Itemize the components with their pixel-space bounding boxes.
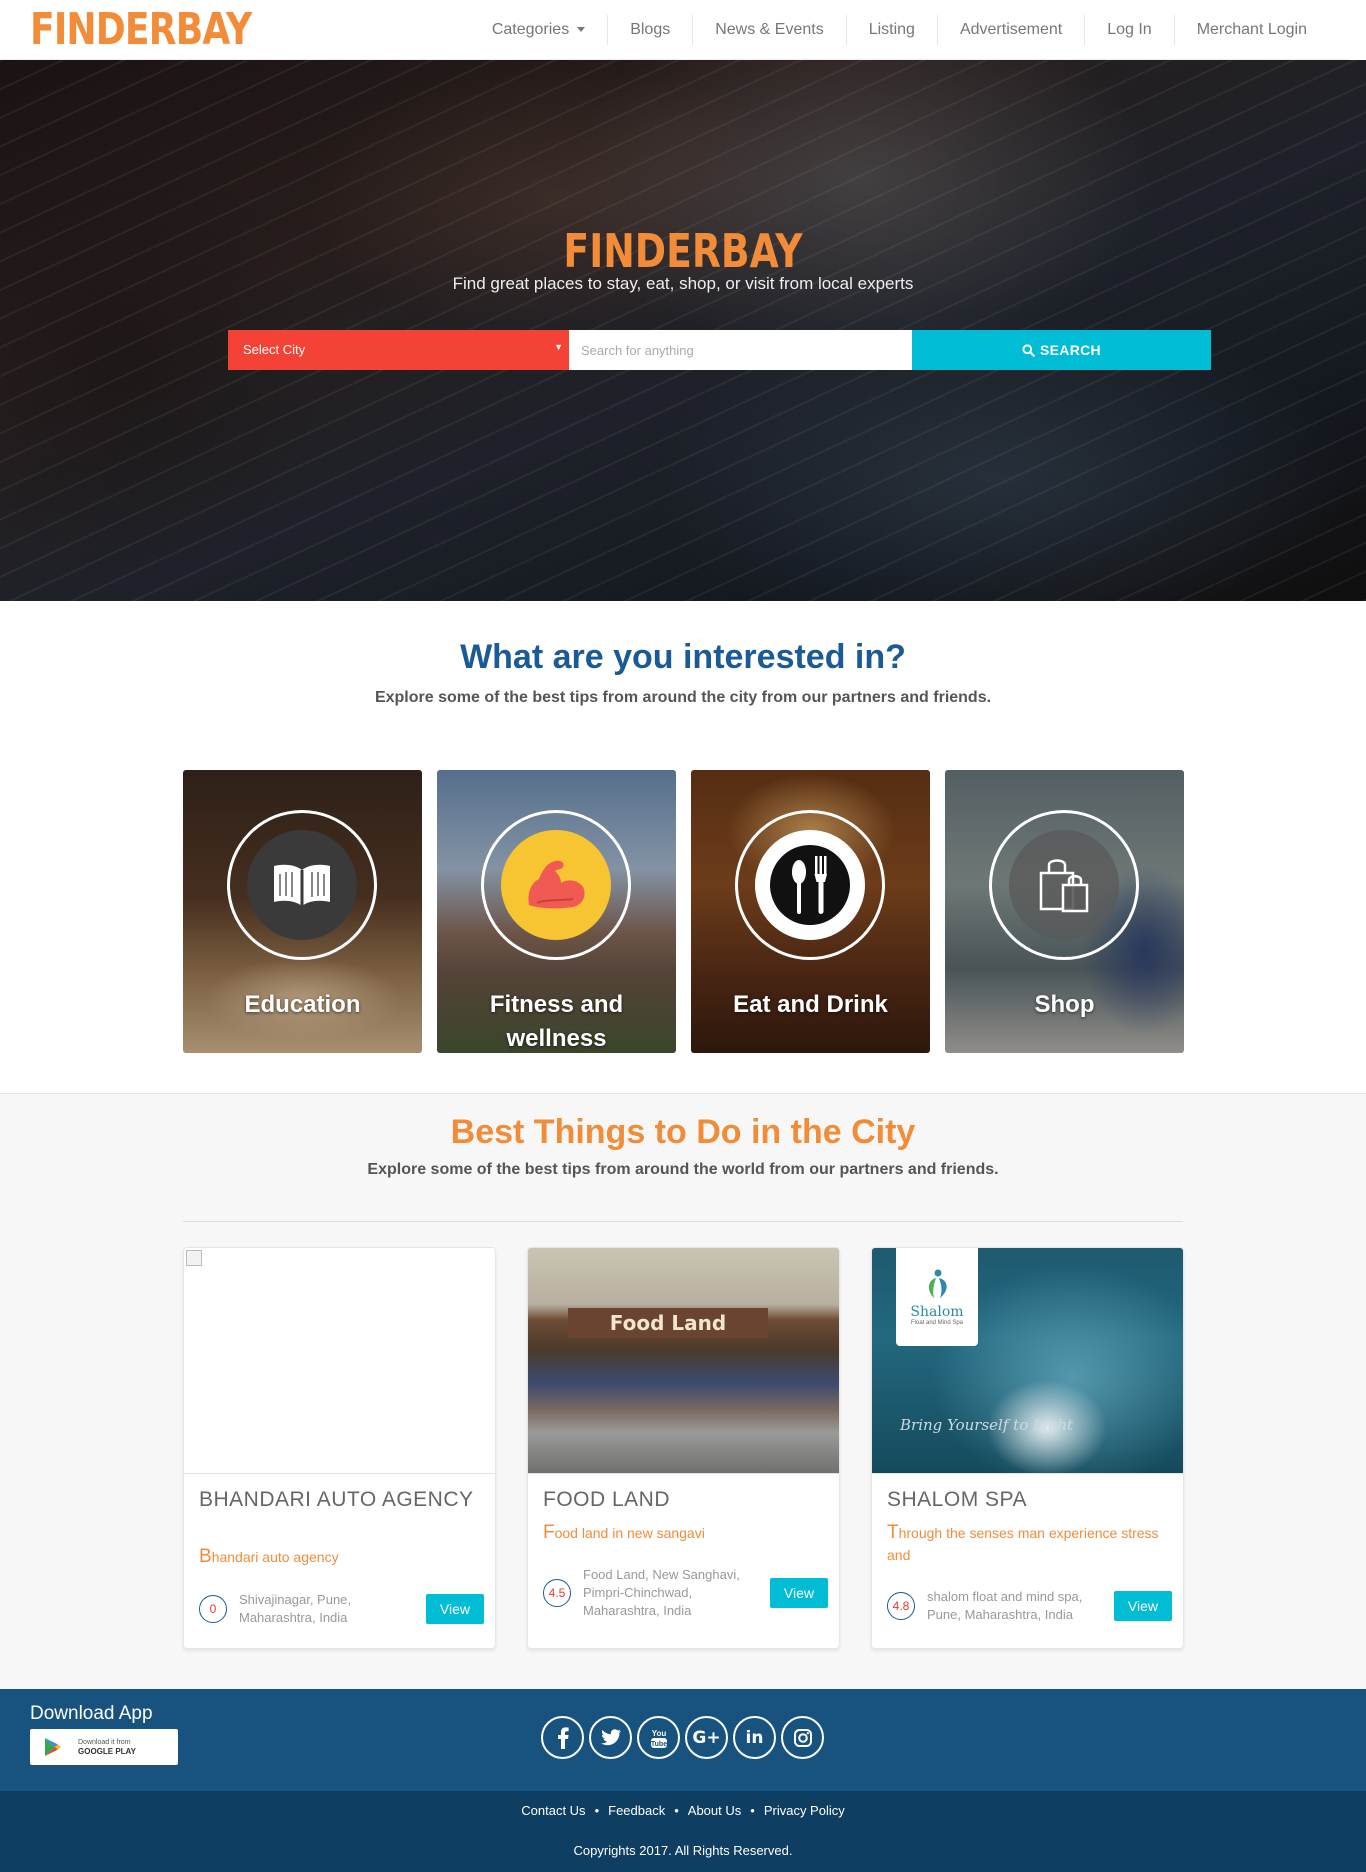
shopping-bags-icon xyxy=(1009,830,1119,940)
rating-badge: 4.8 xyxy=(887,1592,915,1620)
top-navbar: FINDERBAY Categories Blogs News & Events… xyxy=(0,0,1349,60)
social-links: You Tube G+ in xyxy=(541,1716,824,1759)
hero-logo: FINDERBAY xyxy=(563,224,803,278)
broken-image-icon xyxy=(186,1250,202,1266)
best-things-subtitle: Explore some of the best tips from aroun… xyxy=(367,1161,999,1178)
listing-title[interactable]: FOOD LAND xyxy=(543,1488,828,1512)
svg-text:Tube: Tube xyxy=(650,1741,666,1748)
listing-title[interactable]: SHALOM SPA xyxy=(887,1488,1172,1512)
listing-card[interactable]: Food Land FOOD LAND Food land in new san… xyxy=(527,1247,840,1649)
listing-footer: 4.5 Food Land, New Sanghavi, Pimpri-Chin… xyxy=(543,1566,828,1620)
nav-blogs[interactable]: Blogs xyxy=(607,15,692,45)
category-label: Education xyxy=(244,991,361,1018)
nav-login[interactable]: Log In xyxy=(1084,15,1173,45)
search-input[interactable] xyxy=(569,330,912,370)
divider xyxy=(183,1221,1183,1222)
city-select-value: Select City xyxy=(243,342,306,357)
listing-description: Bhandari auto agency xyxy=(199,1546,339,1567)
book-icon xyxy=(247,830,357,940)
instagram-icon[interactable] xyxy=(781,1716,824,1759)
category-card-eat-drink[interactable]: Eat and Drink xyxy=(691,770,930,1053)
caret-down-icon xyxy=(577,27,586,33)
listing-image: Food Land xyxy=(528,1248,839,1474)
category-card-education[interactable]: Education xyxy=(183,770,422,1053)
linkedin-icon[interactable]: in xyxy=(733,1716,776,1759)
search-button-label: SEARCH xyxy=(1040,342,1101,358)
listing-card[interactable]: Shalom Float and Mind Spa Bring Yourself… xyxy=(871,1247,1184,1649)
nav-merchant-login[interactable]: Merchant Login xyxy=(1173,15,1329,45)
category-card-fitness[interactable]: Fitness and wellness xyxy=(437,770,676,1053)
search-icon xyxy=(1022,343,1035,357)
footer-links: Contact Us • Feedback • About Us • Privacy Pol… xyxy=(521,1803,845,1818)
rating-badge: 4.5 xyxy=(543,1579,571,1607)
listing-address: Food Land, New Sanghavi, Pimpri-Chinchwa… xyxy=(583,1567,740,1618)
nav-listing[interactable]: Listing xyxy=(845,15,937,45)
hero-tagline: Find great places to stay, eat, shop, or… xyxy=(452,274,914,293)
view-button[interactable]: View xyxy=(1113,1591,1172,1621)
youtube-icon[interactable]: You Tube xyxy=(637,1716,680,1759)
search-bar: Select City ▼ SEARCH xyxy=(228,330,1211,370)
listing-address: shalom float and mind spa, Pune, Maharas… xyxy=(927,1589,1083,1622)
facebook-icon[interactable] xyxy=(541,1716,584,1759)
footer-link-feedback[interactable]: Feedback xyxy=(608,1803,665,1818)
footer-link-about[interactable]: About Us xyxy=(688,1803,741,1818)
footer-bottom: Contact Us • Feedback • About Us • Privacy Pol… xyxy=(0,1791,1366,1872)
store-sign: Food Land xyxy=(568,1308,768,1338)
best-things-title: Best Things to Do in the City xyxy=(450,1113,916,1151)
interests-subtitle: Explore some of the best tips from aroun… xyxy=(374,689,992,706)
site-logo[interactable]: FINDERBAY xyxy=(30,6,252,54)
spa-slogan: Bring Yourself to Light xyxy=(900,1416,1074,1434)
spoon-fork-icon xyxy=(755,830,865,940)
view-button[interactable]: View xyxy=(425,1594,484,1624)
city-select[interactable]: Select City ▼ xyxy=(228,330,569,370)
svg-text:You: You xyxy=(651,1729,666,1738)
dropdown-arrow-icon: ▼ xyxy=(554,342,563,352)
listing-footer: 4.8 shalom float and mind spa, Pune, Mah… xyxy=(887,1588,1172,1624)
google-play-badge[interactable]: Download it from GOOGLE PLAY xyxy=(30,1729,178,1765)
category-label: Fitness and wellness xyxy=(489,991,624,1052)
listing-card[interactable]: BHANDARI AUTO AGENCY Bhandari auto agenc… xyxy=(183,1247,496,1649)
listing-image: Shalom Float and Mind Spa Bring Yourself… xyxy=(872,1248,1183,1474)
google-plus-icon[interactable]: G+ xyxy=(685,1716,728,1759)
listing-description: Food land in new sangavi xyxy=(543,1522,705,1543)
category-label: Eat and Drink xyxy=(733,991,888,1018)
nav-news-events[interactable]: News & Events xyxy=(692,15,845,45)
search-button[interactable]: SEARCH xyxy=(912,330,1211,370)
footer-link-contact[interactable]: Contact Us xyxy=(521,1803,585,1818)
listing-title[interactable]: BHANDARI AUTO AGENCY xyxy=(199,1488,484,1512)
rating-badge: 0 xyxy=(199,1595,227,1623)
spa-logo: Shalom Float and Mind Spa xyxy=(896,1248,978,1346)
category-label: Shop xyxy=(1034,991,1095,1018)
flexed-arm-icon xyxy=(501,830,611,940)
listing-image xyxy=(184,1248,495,1474)
interests-title: What are you interested in? xyxy=(460,638,906,676)
nav-categories-label: Categories xyxy=(491,21,570,38)
copyright-text: Copyrights 2017. All Rights Reserved. xyxy=(573,1843,793,1858)
hero-banner: FINDERBAY Find great places to stay, eat… xyxy=(0,60,1366,601)
footer-link-privacy[interactable]: Privacy Policy xyxy=(764,1803,845,1818)
footer-top: Download App Download it from GOOGLE PLAY… xyxy=(0,1689,1366,1791)
listing-address: Shivajinagar, Pune, Maharashtra, India xyxy=(239,1592,352,1625)
google-play-icon xyxy=(45,1738,61,1756)
nav-advertisement[interactable]: Advertisement xyxy=(936,15,1084,45)
category-cards: Education Fitness and wellness Eat and D… xyxy=(183,770,1184,1053)
listing-footer: 0 Shivajinagar, Pune, Maharashtra, India… xyxy=(199,1591,484,1627)
listing-cards: BHANDARI AUTO AGENCY Bhandari auto agenc… xyxy=(183,1247,1184,1649)
spa-leaf-icon xyxy=(928,1269,947,1298)
view-button[interactable]: View xyxy=(769,1578,828,1608)
download-app-title: Download App xyxy=(30,1703,153,1724)
listing-description: Through the senses man experience stress… xyxy=(887,1522,1159,1563)
twitter-icon[interactable] xyxy=(589,1716,632,1759)
nav-categories[interactable]: Categories xyxy=(470,15,607,45)
category-card-shop[interactable]: Shop xyxy=(945,770,1184,1053)
main-nav: Categories Blogs News & Events Listing A… xyxy=(470,15,1329,45)
